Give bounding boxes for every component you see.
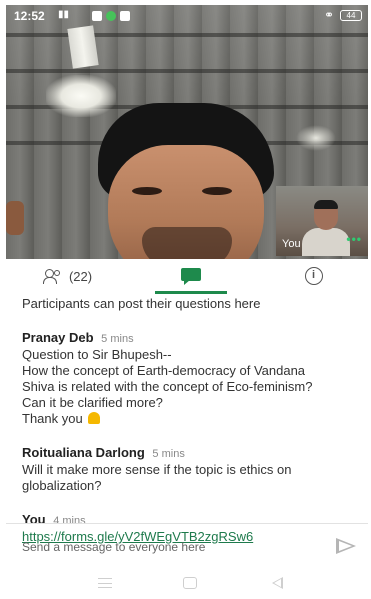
active-tab-indicator <box>155 291 227 294</box>
message-line: Can it be clarified more? <box>22 395 163 410</box>
notification-icon <box>120 11 130 21</box>
signal-icon: ▮▮ <box>58 9 70 20</box>
headset-icon: ⚭ <box>324 8 335 22</box>
tab-chat[interactable] <box>129 259 252 293</box>
tab-info[interactable]: i <box>252 259 371 293</box>
self-label: You <box>282 238 301 250</box>
system-nav-bar <box>6 568 368 598</box>
whatsapp-icon <box>106 11 116 21</box>
back-icon[interactable] <box>272 577 283 589</box>
self-hair <box>314 200 338 209</box>
message-sender: Pranay Deb <box>22 330 94 345</box>
message-line: How the concept of Earth-democracy of Va… <box>22 363 306 378</box>
speaker-beard <box>142 227 232 259</box>
notification-icon <box>92 11 102 21</box>
people-count: (22) <box>68 268 93 284</box>
video-light <box>67 25 99 69</box>
self-view[interactable]: You ••• <box>276 186 368 256</box>
battery-indicator: 44 <box>340 10 362 21</box>
message-line: Will it make more sense if the topic is … <box>22 462 292 477</box>
self-body <box>302 228 350 256</box>
more-dots-icon[interactable]: ••• <box>346 232 362 246</box>
home-icon[interactable] <box>183 577 197 589</box>
chat-intro: Participants can post their questions he… <box>22 296 261 311</box>
tab-bar: (22) i <box>0 259 371 294</box>
message-line: globalization? <box>22 478 102 493</box>
status-bar: 12:52 ▮▮ ⚭ 44 <box>6 5 368 27</box>
message-line: Shiva is related with the concept of Eco… <box>22 379 313 394</box>
chat-message: Pranay Deb 5 mins Question to Sir Bhupes… <box>22 330 362 427</box>
message-input[interactable] <box>22 538 312 556</box>
speaker-eye <box>132 187 162 195</box>
message-line-wrap: Thank you <box>22 411 362 427</box>
message-line: Question to Sir Bhupesh-- <box>22 347 172 362</box>
video-light <box>46 75 116 117</box>
chat-icon <box>180 267 201 285</box>
speaker-eye <box>202 187 232 195</box>
message-line: Thank you <box>22 411 83 426</box>
send-icon[interactable] <box>336 538 356 554</box>
video-hand <box>6 201 24 235</box>
tab-people[interactable]: (22) <box>6 259 129 293</box>
pray-emoji-icon <box>88 412 101 424</box>
chat-messages: Participants can post their questions he… <box>22 296 362 545</box>
message-time: 5 mins <box>101 333 134 345</box>
people-icon <box>42 269 65 284</box>
message-composer <box>6 524 368 568</box>
chat-message: Roitualiana Darlong 5 mins Will it make … <box>22 445 362 494</box>
status-time: 12:52 <box>14 9 45 23</box>
video-light <box>296 125 336 151</box>
message-time: 5 mins <box>152 448 185 460</box>
info-icon: i <box>304 267 323 285</box>
message-sender: Roitualiana Darlong <box>22 445 145 460</box>
menu-icon[interactable] <box>98 578 112 588</box>
